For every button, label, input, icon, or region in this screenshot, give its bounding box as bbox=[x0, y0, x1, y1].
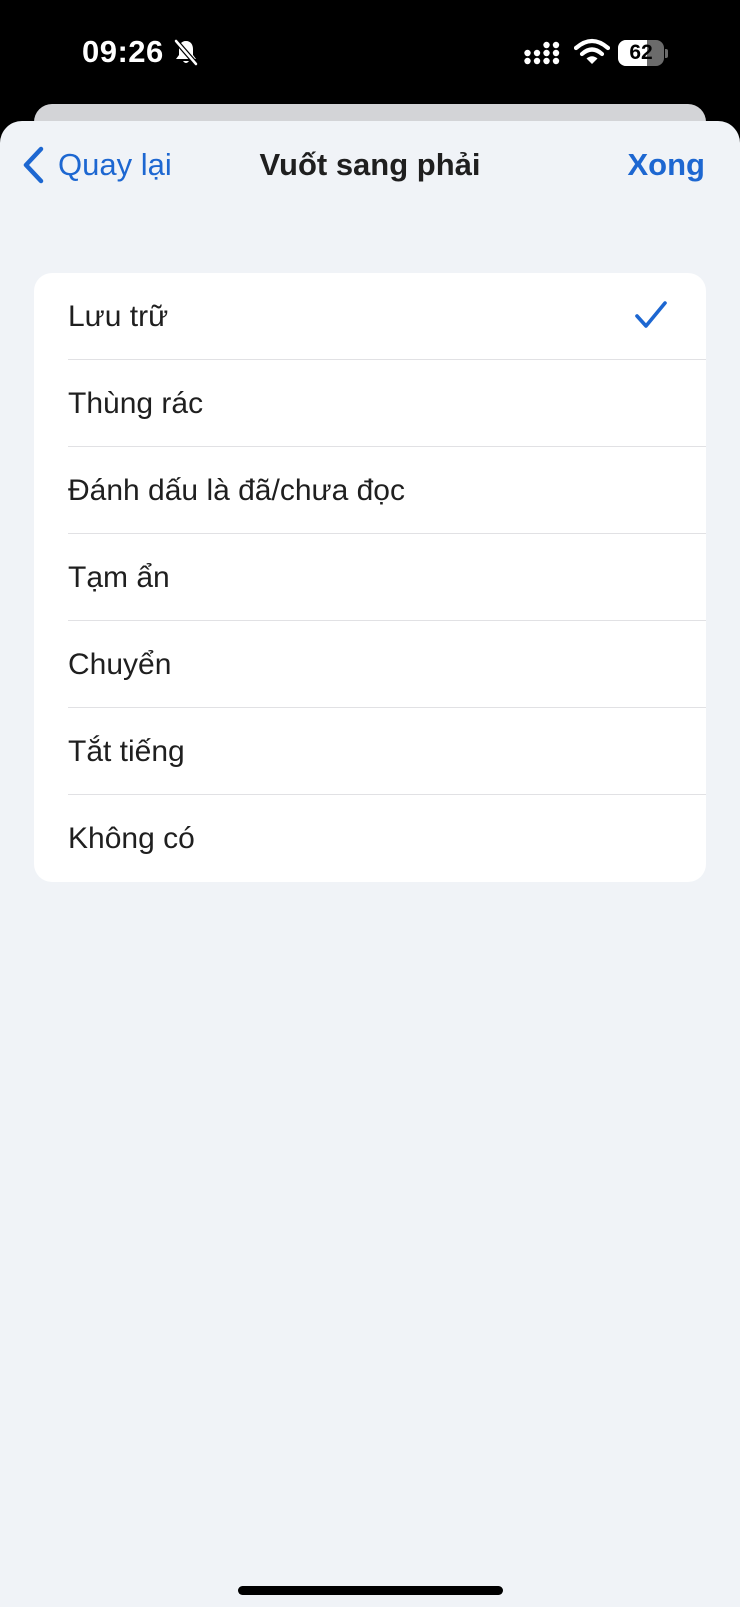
option-label: Chuyển bbox=[68, 648, 172, 681]
option-label: Không có bbox=[68, 822, 195, 855]
option-label: Lưu trữ bbox=[68, 300, 169, 333]
option-row[interactable]: Tắt tiếng bbox=[34, 708, 706, 795]
option-row[interactable]: Đánh dấu là đã/chưa đọc bbox=[34, 447, 706, 534]
swipe-action-options: Lưu trữ Thùng rác Đánh dấu là đã/chưa đọc T… bbox=[34, 273, 706, 882]
battery-cap bbox=[665, 49, 668, 58]
option-row[interactable]: Tạm ẩn bbox=[34, 534, 706, 621]
status-bar: 09:26 62 bbox=[0, 0, 740, 100]
bell-slash-icon bbox=[174, 39, 198, 66]
option-row[interactable]: Không có bbox=[34, 795, 706, 882]
done-button[interactable]: Xong bbox=[628, 147, 706, 183]
option-row[interactable]: Lưu trữ bbox=[34, 273, 706, 360]
option-label: Thùng rác bbox=[68, 387, 204, 420]
chevron-left-icon bbox=[23, 146, 44, 184]
option-label: Tạm ẩn bbox=[68, 561, 170, 594]
cellular-signal-icon bbox=[524, 41, 560, 65]
option-row[interactable]: Chuyển bbox=[34, 621, 706, 708]
battery-icon: 62 bbox=[618, 40, 668, 66]
option-row[interactable]: Thùng rác bbox=[34, 360, 706, 447]
option-label: Đánh dấu là đã/chưa đọc bbox=[68, 474, 405, 507]
battery-level: 62 bbox=[629, 41, 653, 64]
status-time: 09:26 bbox=[82, 34, 164, 69]
option-label: Tắt tiếng bbox=[68, 735, 185, 768]
wifi-icon bbox=[574, 38, 610, 64]
checkmark-icon bbox=[635, 301, 667, 328]
home-indicator[interactable] bbox=[238, 1586, 503, 1595]
battery-body: 62 bbox=[618, 40, 664, 66]
back-button-label: Quay lại bbox=[58, 147, 172, 182]
settings-sheet: Quay lại Vuốt sang phải Xong Lưu trữ Thùn… bbox=[0, 121, 740, 1607]
back-button[interactable]: Quay lại bbox=[20, 143, 172, 187]
